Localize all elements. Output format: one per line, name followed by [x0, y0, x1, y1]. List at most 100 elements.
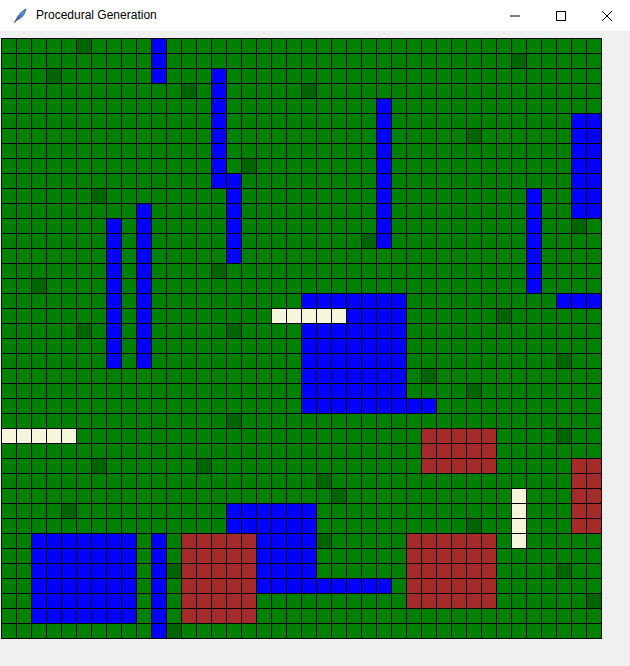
map-tile — [107, 114, 122, 129]
map-tile — [77, 399, 92, 414]
map-tile — [512, 84, 527, 99]
map-tile — [362, 54, 377, 69]
map-tile — [212, 399, 227, 414]
map-tile — [197, 354, 212, 369]
map-tile — [32, 294, 47, 309]
map-tile — [362, 549, 377, 564]
map-tile — [572, 204, 587, 219]
map-tile — [272, 624, 287, 639]
map-tile — [227, 294, 242, 309]
map-tile — [407, 189, 422, 204]
map-tile — [317, 129, 332, 144]
map-tile — [272, 474, 287, 489]
map-tile — [317, 219, 332, 234]
map-tile — [542, 459, 557, 474]
map-tile — [467, 384, 482, 399]
map-tile — [452, 99, 467, 114]
map-tile — [167, 594, 182, 609]
map-tile — [2, 204, 17, 219]
map-tile — [182, 384, 197, 399]
map-tile — [452, 69, 467, 84]
map-tile — [482, 369, 497, 384]
map-tile — [167, 279, 182, 294]
map-tile — [287, 384, 302, 399]
minimize-button[interactable] — [492, 0, 538, 31]
map-tile — [92, 174, 107, 189]
map-tile — [332, 294, 347, 309]
map-tile — [107, 504, 122, 519]
map-row — [2, 114, 602, 129]
map-tile — [482, 474, 497, 489]
close-button[interactable] — [584, 0, 630, 31]
map-tile — [32, 159, 47, 174]
map-tile — [452, 624, 467, 639]
map-tile — [122, 489, 137, 504]
map-tile — [32, 339, 47, 354]
map-tile — [392, 504, 407, 519]
map-tile — [302, 354, 317, 369]
map-tile — [422, 354, 437, 369]
map-tile — [467, 54, 482, 69]
map-row — [2, 444, 602, 459]
map-tile — [512, 399, 527, 414]
map-tile — [422, 219, 437, 234]
map-tile — [272, 144, 287, 159]
map-tile — [137, 159, 152, 174]
title-bar: Procedural Generation — [0, 0, 630, 31]
map-tile — [452, 339, 467, 354]
map-tile — [482, 144, 497, 159]
map-tile — [2, 174, 17, 189]
map-tile — [272, 69, 287, 84]
map-tile — [17, 609, 32, 624]
map-tile — [512, 369, 527, 384]
map-tile — [257, 174, 272, 189]
map-tile — [497, 339, 512, 354]
map-tile — [212, 429, 227, 444]
map-tile — [257, 159, 272, 174]
map-tile — [167, 459, 182, 474]
map-tile — [437, 609, 452, 624]
map-tile — [62, 354, 77, 369]
map-tile — [572, 189, 587, 204]
map-tile — [227, 354, 242, 369]
map-tile — [317, 189, 332, 204]
map-tile — [512, 174, 527, 189]
maximize-button[interactable] — [538, 0, 584, 31]
map-tile — [77, 384, 92, 399]
map-tile — [317, 564, 332, 579]
map-tile — [32, 39, 47, 54]
map-tile — [392, 114, 407, 129]
map-tile — [437, 39, 452, 54]
map-tile — [512, 69, 527, 84]
map-tile — [557, 309, 572, 324]
map-row — [2, 54, 602, 69]
map-tile — [542, 414, 557, 429]
map-tile — [482, 519, 497, 534]
map-tile — [347, 354, 362, 369]
map-tile — [407, 624, 422, 639]
map-tile — [557, 339, 572, 354]
map-tile — [422, 399, 437, 414]
map-tile — [197, 159, 212, 174]
map-tile — [332, 144, 347, 159]
map-tile — [122, 504, 137, 519]
map-tile — [317, 84, 332, 99]
map-tile — [497, 369, 512, 384]
map-tile — [452, 459, 467, 474]
map-tile — [317, 399, 332, 414]
map-tile — [302, 339, 317, 354]
map-tile — [437, 429, 452, 444]
map-tile — [107, 294, 122, 309]
map-tile — [527, 234, 542, 249]
map-tile — [152, 264, 167, 279]
map-tile — [452, 234, 467, 249]
map-tile — [497, 384, 512, 399]
map-tile — [512, 444, 527, 459]
map-tile — [182, 54, 197, 69]
map-tile — [332, 54, 347, 69]
map-tile — [167, 384, 182, 399]
map-tile — [347, 459, 362, 474]
map-tile — [92, 279, 107, 294]
map-tile — [362, 444, 377, 459]
map-tile — [437, 549, 452, 564]
